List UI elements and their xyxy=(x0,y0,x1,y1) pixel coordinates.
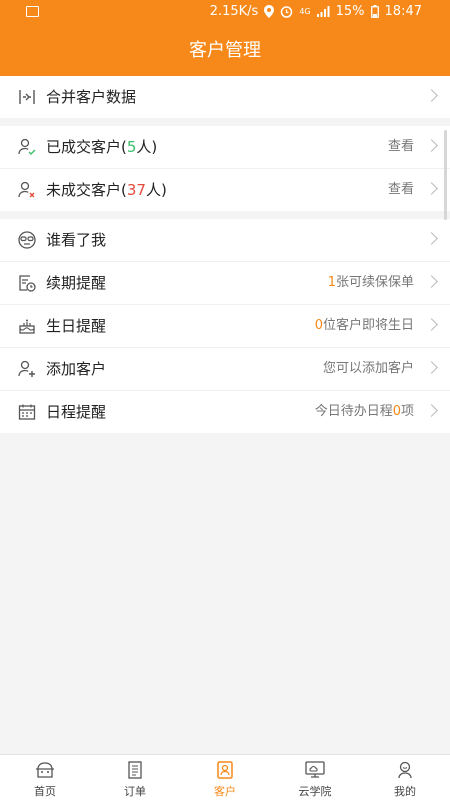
calendar-icon xyxy=(18,404,36,420)
schedule-reminder-label: 日程提醒 xyxy=(46,403,107,421)
location-icon xyxy=(264,5,275,18)
tab-customers-label: 客户 xyxy=(214,785,236,798)
closed-view-link[interactable]: 查看 xyxy=(388,126,414,168)
network-type: 4G xyxy=(299,7,311,16)
user-plus-icon xyxy=(18,360,35,377)
tab-home-label: 首页 xyxy=(34,785,56,798)
merge-label: 合并客户数据 xyxy=(46,88,137,106)
renewal-info: 1张可续保保单 xyxy=(328,262,414,304)
clock: 18:47 xyxy=(384,4,422,19)
battery-icon xyxy=(370,5,379,18)
battery-percent: 15% xyxy=(335,4,365,19)
tab-orders-label: 订单 xyxy=(124,785,146,798)
schedule-info: 今日待办日程0项 xyxy=(315,391,414,433)
closed-suffix: 人) xyxy=(136,138,158,156)
add-customer-hint: 您可以添加客户 xyxy=(322,361,414,376)
open-suffix: 人) xyxy=(145,181,167,199)
cake-icon xyxy=(19,319,35,334)
status-right: 2.15K/s 4G 15% 18:47 xyxy=(210,4,422,19)
profile-icon xyxy=(398,761,412,779)
chevron-right-icon xyxy=(425,318,438,331)
tab-home[interactable]: 首页 xyxy=(0,755,90,801)
chevron-right-icon xyxy=(425,182,438,195)
tab-orders[interactable]: 订单 xyxy=(90,755,180,801)
birthday-reminder-label: 生日提醒 xyxy=(46,317,107,335)
birthday-reminder-row[interactable]: 生日提醒 0位客户即将生日 xyxy=(0,305,450,348)
add-customer-row[interactable]: 添加客户 您可以添加客户 xyxy=(0,348,450,391)
chevron-right-icon xyxy=(425,139,438,152)
schedule-prefix: 今日待办日程 xyxy=(314,404,393,419)
cloud-academy-icon xyxy=(305,761,325,778)
schedule-suffix: 项 xyxy=(400,404,414,419)
chevron-right-icon xyxy=(425,404,438,417)
merge-group: 合并客户数据 xyxy=(0,76,450,118)
closed-count: 5 xyxy=(126,138,137,156)
renewal-text: 张可续保保单 xyxy=(335,275,414,290)
user-check-icon xyxy=(18,138,36,155)
gallery-icon xyxy=(26,6,39,17)
network-speed: 2.15K/s xyxy=(209,4,259,19)
glasses-face-icon xyxy=(18,231,36,249)
who-viewed-me-row[interactable]: 谁看了我 xyxy=(0,219,450,262)
open-view-link[interactable]: 查看 xyxy=(388,169,414,211)
closed-customers-label: 已成交客户(5人) xyxy=(46,126,157,168)
renewal-reminder-label: 续期提醒 xyxy=(46,274,107,292)
status-bar: 2.15K/s 4G 15% 18:47 xyxy=(0,0,450,25)
page-title: 客户管理 xyxy=(189,40,261,61)
renewal-count: 1 xyxy=(327,275,336,290)
tab-mine-label: 我的 xyxy=(394,785,416,798)
bottom-tab-bar: 首页 订单 客户 云学院 我的 xyxy=(0,754,450,801)
who-viewed-me-label: 谁看了我 xyxy=(46,231,107,249)
schedule-reminder-row[interactable]: 日程提醒 今日待办日程0项 xyxy=(0,391,450,433)
birthday-text: 位客户即将生日 xyxy=(322,318,414,333)
chevron-right-icon xyxy=(425,275,438,288)
customer-icon xyxy=(217,761,233,779)
alarm-icon xyxy=(281,6,293,18)
merge-icon xyxy=(19,90,35,104)
title-bar: 客户管理 xyxy=(0,25,450,76)
scroll-indicator xyxy=(444,130,447,220)
open-customers-label: 未成交客户(37人) xyxy=(46,169,167,211)
order-icon xyxy=(128,761,142,779)
signal-icon xyxy=(316,6,330,17)
open-customers-row[interactable]: 未成交客户(37人) 查看 xyxy=(0,169,450,211)
tab-cloud-academy[interactable]: 云学院 xyxy=(270,755,360,801)
closed-customers-row[interactable]: 已成交客户(5人) 查看 xyxy=(0,126,450,169)
deals-group: 已成交客户(5人) 查看 未成交客户(37人) 查看 xyxy=(0,126,450,211)
features-group: 谁看了我 续期提醒 1张可续保保单 生日提醒 0位客户即将生日 添加客户 您可以… xyxy=(0,219,450,433)
tab-mine[interactable]: 我的 xyxy=(360,755,450,801)
user-x-icon xyxy=(18,181,35,198)
birthday-info: 0位客户即将生日 xyxy=(315,305,414,347)
birthday-count: 0 xyxy=(314,318,323,333)
chevron-right-icon xyxy=(425,232,438,245)
chevron-right-icon xyxy=(425,89,438,102)
open-prefix: 未成交客户( xyxy=(46,181,127,199)
home-icon xyxy=(36,762,54,778)
chevron-right-icon xyxy=(425,361,438,374)
open-count: 37 xyxy=(126,181,146,199)
closed-prefix: 已成交客户( xyxy=(46,138,127,156)
add-customer-label: 添加客户 xyxy=(46,360,107,378)
tab-cloud-academy-label: 云学院 xyxy=(298,785,332,798)
renewal-reminder-row[interactable]: 续期提醒 1张可续保保单 xyxy=(0,262,450,305)
document-clock-icon xyxy=(19,275,36,292)
schedule-count: 0 xyxy=(392,404,401,419)
tab-customers[interactable]: 客户 xyxy=(180,755,270,801)
merge-customer-data-row[interactable]: 合并客户数据 xyxy=(0,76,450,118)
